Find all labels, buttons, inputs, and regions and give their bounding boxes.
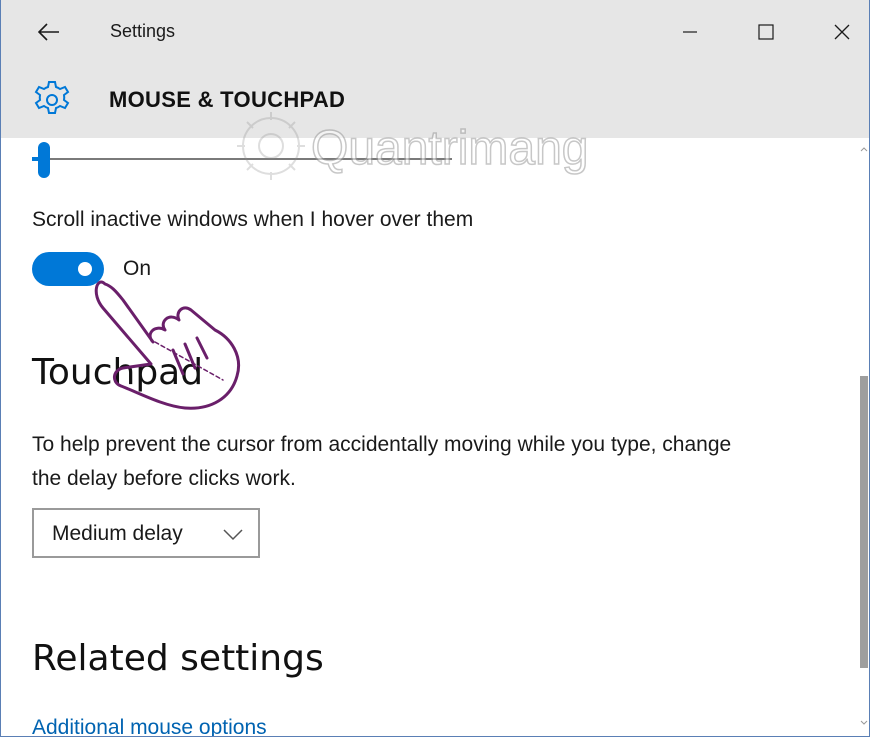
maximize-icon (758, 24, 774, 40)
scroll-up-arrow[interactable] (859, 142, 869, 156)
gear-icon (34, 81, 70, 114)
slider-track[interactable] (32, 158, 452, 160)
slider-thumb[interactable] (38, 142, 50, 178)
additional-mouse-options-link[interactable]: Additional mouse options (32, 716, 267, 736)
title-bar: Settings (1, 0, 869, 66)
back-arrow-icon (38, 23, 59, 41)
scroll-inactive-toggle[interactable] (32, 252, 104, 286)
scrollbar[interactable] (859, 138, 869, 736)
scroll-down-arrow[interactable] (859, 716, 869, 730)
scroll-thumb[interactable] (860, 376, 868, 668)
minimize-button[interactable] (667, 10, 713, 54)
touchpad-section-title: Touchpad (32, 352, 204, 393)
close-button[interactable] (819, 10, 865, 54)
toggle-state-label: On (123, 257, 152, 280)
dropdown-selected-value: Medium delay (52, 522, 183, 545)
close-icon (834, 24, 850, 40)
chevron-up-icon (860, 147, 868, 152)
chevron-down-small-icon (860, 720, 868, 725)
scroll-inactive-label: Scroll inactive windows when I hover ove… (32, 208, 474, 231)
touchpad-description: To help prevent the cursor from accident… (32, 433, 732, 490)
page-title: MOUSE & TOUCHPAD (109, 87, 346, 112)
page-header: MOUSE & TOUCHPAD (1, 66, 869, 138)
maximize-button[interactable] (743, 10, 789, 54)
toggle-knob (78, 262, 92, 276)
settings-content: Scroll inactive windows when I hover ove… (1, 138, 859, 736)
chevron-down-icon (223, 529, 243, 541)
window-title: Settings (110, 21, 176, 41)
touchpad-delay-dropdown[interactable]: Medium delay (32, 508, 260, 558)
settings-window: Settings MOUSE & TOUCHPAD Scroll inactiv… (0, 0, 870, 737)
back-button[interactable] (35, 18, 63, 46)
minimize-icon (683, 31, 697, 33)
related-settings-title: Related settings (32, 638, 324, 679)
